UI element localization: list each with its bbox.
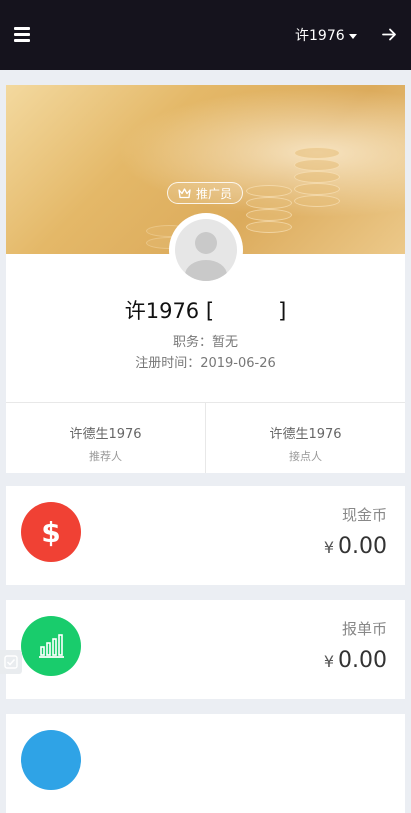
register-line: 注册时间：2019-06-26 <box>6 352 405 371</box>
name-bracket-open: [ <box>205 299 215 323</box>
role-badge: 推广员 <box>167 182 243 204</box>
wallet-amount: ¥0.00 <box>324 534 387 559</box>
profile-name-text: 许1976 <box>124 299 200 323</box>
referrer-name: 许德生1976 <box>69 427 142 442</box>
wallet-amount: ¥0.00 <box>324 648 387 673</box>
referrer-cell[interactable]: 许德生1976 推荐人 <box>6 403 205 473</box>
side-check-tab[interactable] <box>0 650 22 674</box>
role-badge-label: 推广员 <box>195 186 232 201</box>
bar-chart-icon <box>21 616 81 676</box>
position-label: 职务： <box>172 335 212 350</box>
currency-symbol: ¥ <box>323 652 335 671</box>
wallet-card-cash[interactable]: $ 现金币 ¥0.00 <box>6 486 405 585</box>
referrer-role: 推荐人 <box>89 450 122 463</box>
arrow-right-icon[interactable] <box>381 26 398 43</box>
wallet-label: 报单币 <box>341 620 387 638</box>
wallet-label: 现金币 <box>341 506 387 524</box>
register-label: 注册时间： <box>135 356 201 371</box>
placement-cell[interactable]: 许德生1976 接点人 <box>206 403 405 473</box>
check-icon <box>4 655 18 669</box>
placement-name: 许德生1976 <box>269 427 342 442</box>
avatar[interactable] <box>169 213 243 287</box>
hamburger-menu-icon[interactable] <box>14 27 30 42</box>
crown-icon <box>178 187 191 198</box>
wallet-card-third[interactable] <box>6 714 405 813</box>
dollar-icon: $ <box>21 502 81 562</box>
wallet-amount-value: 0.00 <box>338 648 387 673</box>
caret-down-icon <box>348 33 357 39</box>
placement-role: 接点人 <box>289 450 322 463</box>
profile-card: 推广员 许1976 [] 职务：暂无 注册时间：2019-06-26 许德生19… <box>6 85 405 473</box>
register-value: 2019-06-26 <box>200 356 276 371</box>
wallet-card-declaration[interactable]: 报单币 ¥0.00 <box>6 600 405 699</box>
redacted-text <box>214 303 279 321</box>
currency-symbol: ¥ <box>323 538 335 557</box>
user-dropdown-label: 许1976 <box>295 28 345 44</box>
wallet-icon <box>21 730 81 790</box>
name-bracket-close: ] <box>278 299 287 323</box>
position-line: 职务：暂无 <box>6 331 405 350</box>
wallet-amount-value: 0.00 <box>338 534 387 559</box>
svg-text:$: $ <box>41 516 60 549</box>
top-navbar: 许1976 <box>0 0 411 70</box>
position-value: 暂无 <box>212 335 239 350</box>
user-dropdown[interactable]: 许1976 <box>295 25 357 45</box>
profile-name: 许1976 [] <box>6 295 405 325</box>
default-avatar-icon <box>175 219 237 281</box>
